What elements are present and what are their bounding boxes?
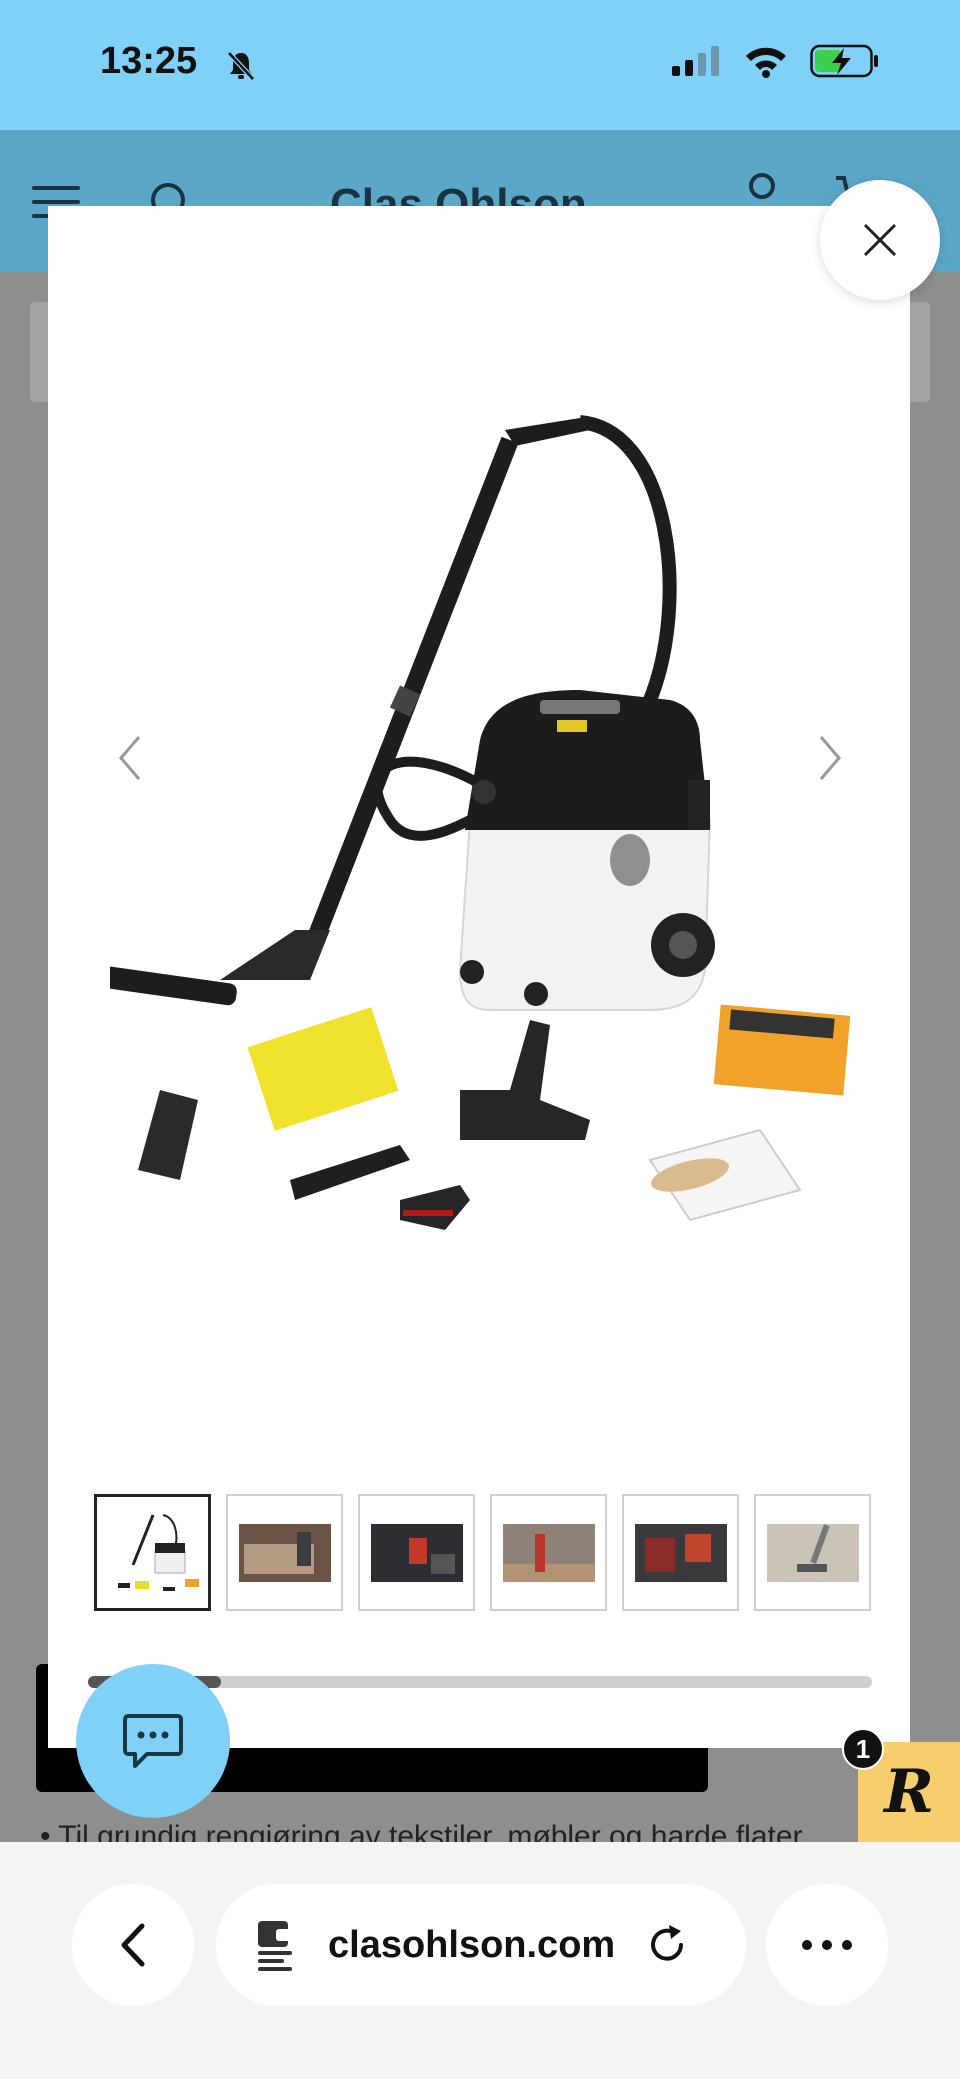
rewards-logo: R xyxy=(884,1757,934,1827)
thumbnail-6[interactable] xyxy=(754,1494,871,1611)
chat-button[interactable] xyxy=(76,1664,230,1818)
signal-icon xyxy=(672,46,719,76)
battery-charging-icon xyxy=(810,44,878,78)
reload-icon[interactable] xyxy=(645,1923,689,1967)
thumbnail-vacuum-image xyxy=(117,1513,199,1591)
thumbnail-4[interactable] xyxy=(490,1494,607,1611)
product-image xyxy=(110,415,851,1230)
thumbnail-car-seat-image xyxy=(634,1523,727,1582)
thumbnail-sofa-image xyxy=(238,1523,331,1582)
more-options-button[interactable] xyxy=(766,1884,888,2006)
status-time: 13:25 xyxy=(100,40,198,82)
back-arrow-icon xyxy=(121,1923,145,1967)
chat-icon xyxy=(123,1714,183,1768)
status-bar: 13:25 xyxy=(0,0,960,130)
close-icon xyxy=(863,223,897,257)
wifi-icon xyxy=(746,47,786,78)
thumbnail-strip xyxy=(94,1494,871,1611)
ellipsis-icon xyxy=(802,1940,852,1950)
thumbnail-floor-image xyxy=(766,1523,859,1582)
close-gallery-button[interactable] xyxy=(820,180,940,300)
bell-slash-icon xyxy=(227,51,255,81)
thumbnail-1[interactable] xyxy=(94,1494,211,1611)
thumbnail-3[interactable] xyxy=(358,1494,475,1611)
thumbnail-5[interactable] xyxy=(622,1494,739,1611)
back-button[interactable] xyxy=(72,1884,194,2006)
url-text[interactable]: clasohlson.com xyxy=(328,1924,615,1967)
notification-badge: 1 xyxy=(842,1728,884,1770)
thumbnail-room-image xyxy=(502,1523,595,1582)
address-bar[interactable]: clasohlson.com xyxy=(216,1884,746,2006)
site-settings-icon[interactable] xyxy=(254,1919,298,1971)
thumbnail-car-image xyxy=(370,1523,463,1582)
thumbnail-2[interactable] xyxy=(226,1494,343,1611)
